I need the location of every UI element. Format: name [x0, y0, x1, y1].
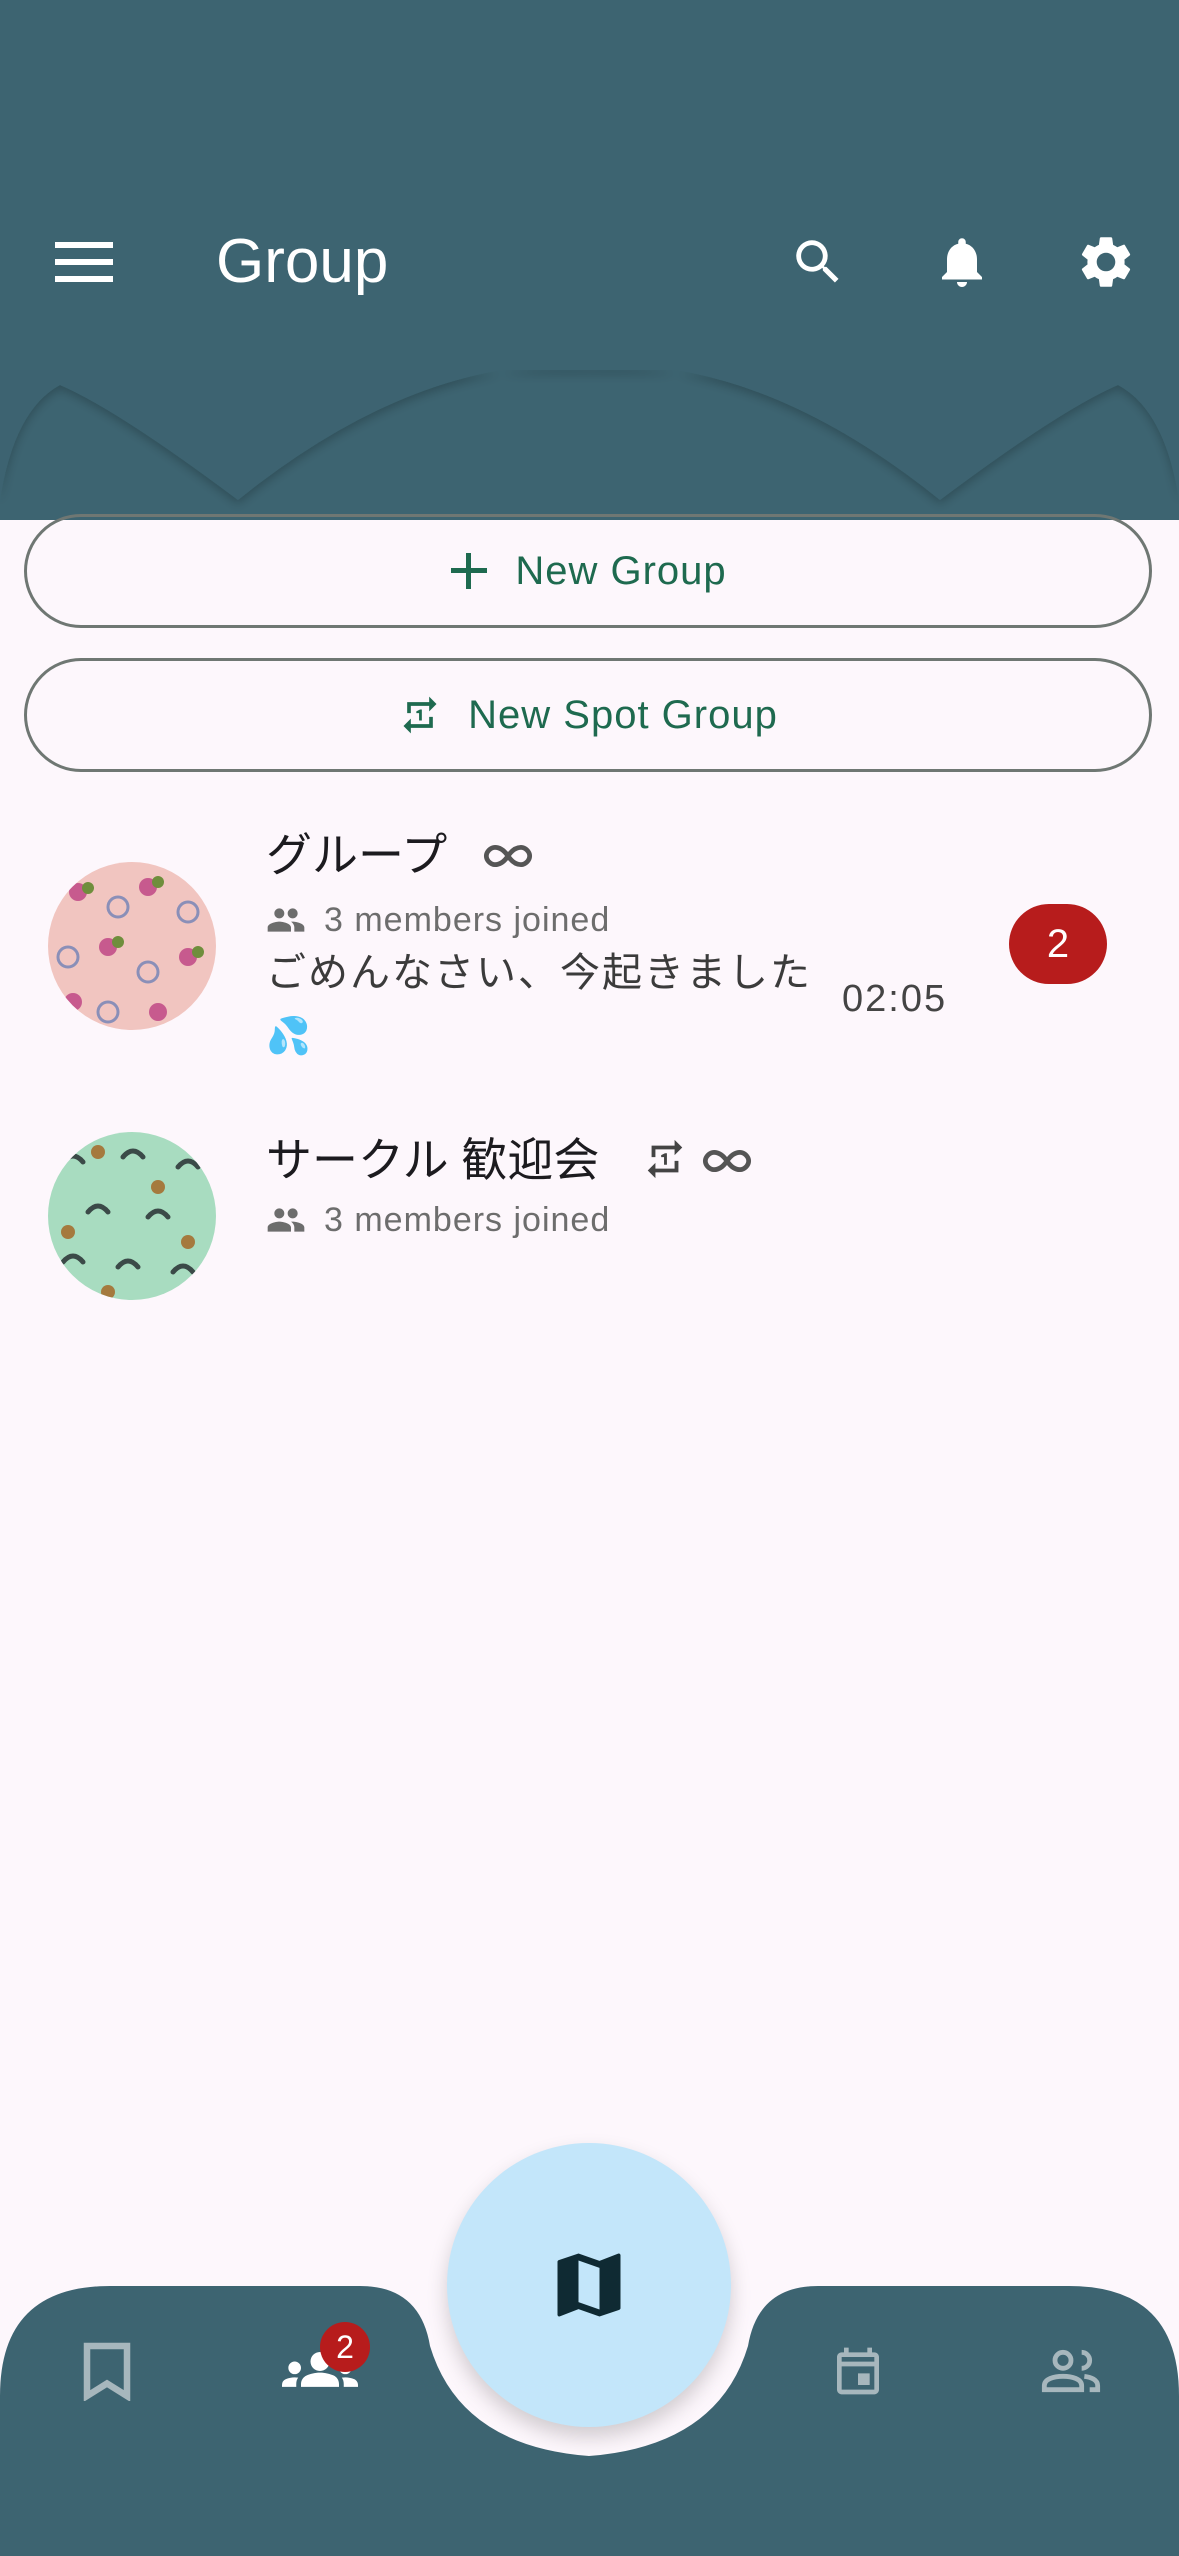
new-group-button[interactable]: New Group	[24, 514, 1152, 628]
search-icon	[796, 240, 839, 283]
nav-people[interactable]	[1021, 2321, 1121, 2421]
last-message-time: 02:05	[842, 978, 948, 1020]
page-title: Group	[216, 227, 389, 296]
settings-button[interactable]	[1066, 222, 1146, 302]
map-icon	[557, 2253, 621, 2317]
bookmark-icon	[83, 2342, 131, 2401]
calendar-icon	[837, 2347, 879, 2395]
unread-badge: 2	[1009, 904, 1107, 984]
repeat-one-icon	[403, 696, 437, 734]
group-avatar	[48, 862, 216, 1030]
plus-icon	[451, 553, 488, 589]
people-icon	[267, 908, 305, 932]
map-fab-button[interactable]	[447, 2143, 731, 2427]
nav-bookmark[interactable]	[57, 2321, 157, 2421]
member-count: 3 members joined	[266, 898, 610, 942]
new-group-label: New Group	[515, 548, 727, 593]
new-spot-group-label: New Spot Group	[468, 692, 778, 737]
nav-calendar[interactable]	[808, 2321, 908, 2421]
member-count: 3 members joined	[266, 1198, 610, 1242]
people-icon	[1041, 2349, 1101, 2393]
search-button[interactable]	[778, 222, 858, 302]
nav-groups-badge: 2	[320, 2322, 370, 2372]
group-list-item[interactable]: グループ 3 members joined ごめんなさい、今起きました 💦 02…	[0, 820, 1179, 1080]
menu-button[interactable]	[44, 222, 124, 302]
group-list-item[interactable]: サークル 歓迎会 3 members joined	[0, 1100, 1179, 1330]
last-message: ごめんなさい、今起きました	[266, 951, 812, 995]
header-curve	[0, 370, 1179, 500]
infinity-icon	[702, 1149, 752, 1173]
group-name: グループ	[266, 825, 534, 885]
bell-icon	[942, 238, 982, 287]
gear-icon	[1081, 237, 1131, 287]
last-message-emoji: 💦	[266, 1015, 313, 1056]
repeat-one-icon	[647, 1139, 683, 1179]
infinity-icon	[483, 844, 533, 868]
menu-icon	[55, 242, 113, 282]
group-name: サークル 歓迎会	[266, 1130, 753, 1190]
group-avatar	[48, 1132, 216, 1300]
notifications-button[interactable]	[922, 222, 1002, 302]
new-spot-group-button[interactable]: New Spot Group	[24, 658, 1152, 772]
people-icon	[267, 1208, 305, 1232]
